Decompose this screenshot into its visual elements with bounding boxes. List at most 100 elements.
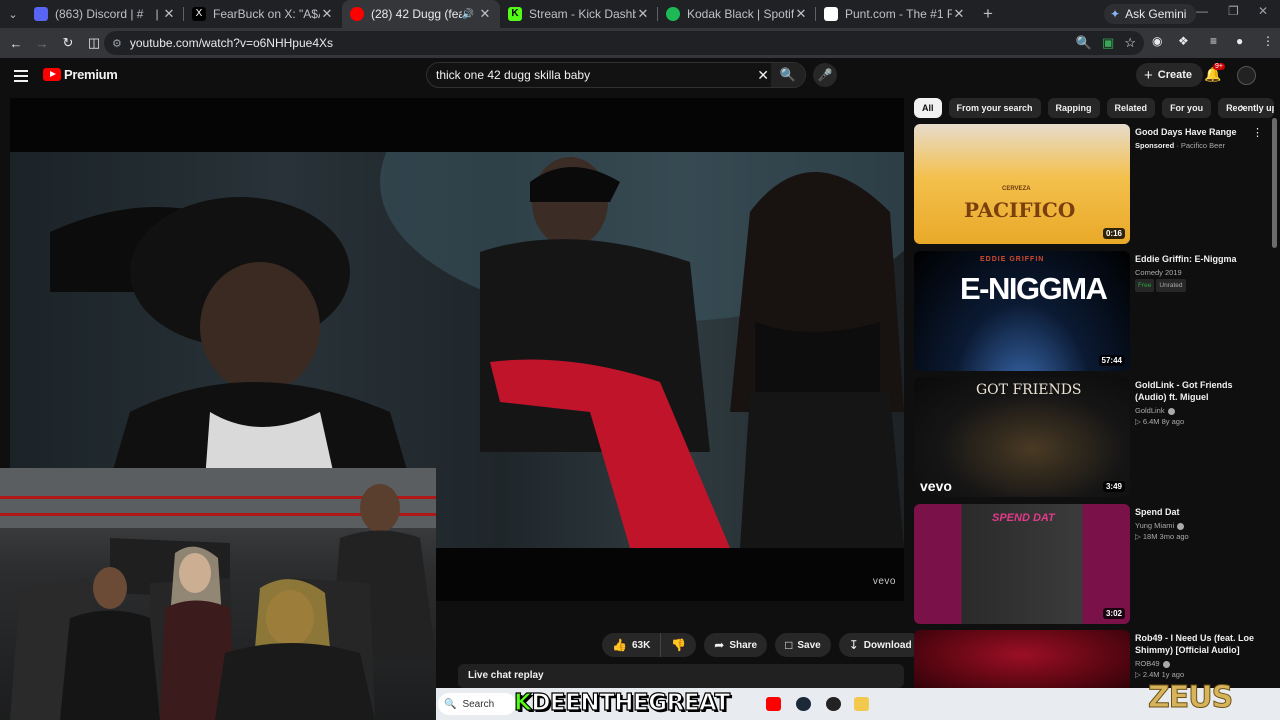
side-panel-icon[interactable]: ◫ xyxy=(82,35,106,51)
download-button[interactable]: ↧ Download xyxy=(838,633,922,657)
recommendation-item[interactable]: CERVEZA PACIFICO 0:16 Good Days Have Ran… xyxy=(914,124,1270,244)
tab-search-dropdown[interactable]: ⌄ xyxy=(0,0,26,28)
tab-punt[interactable]: Punt.com - The #1 Free to Play…✕ xyxy=(816,0,974,28)
create-button[interactable]: + Create xyxy=(1136,63,1204,87)
share-button[interactable]: ➦ Share xyxy=(704,633,768,657)
url-field[interactable]: ⚙ youtube.com/watch?v=o6NHHpue4Xs 🔍 ▣ ☆ xyxy=(104,31,1144,55)
video-title[interactable]: Rob49 - I Need Us (feat. Loe Shimmy) [Of… xyxy=(1135,632,1260,656)
youtube-taskbar-icon[interactable] xyxy=(766,697,781,711)
close-icon[interactable]: ✕ xyxy=(478,6,492,22)
video-thumbnail[interactable]: EDDIE GRIFFIN E-NIGGMA 57:44 xyxy=(914,251,1130,371)
back-icon[interactable]: ← xyxy=(4,36,28,51)
extensions-puzzle-icon[interactable]: ❖ xyxy=(1178,34,1189,48)
avatar[interactable] xyxy=(1237,66,1256,85)
save-button[interactable]: □ Save xyxy=(775,633,831,657)
video-tags: Free Unrated xyxy=(1135,279,1188,292)
youtube-page: Premium thick one 42 dugg skilla baby ✕ … xyxy=(0,58,1280,720)
punt-icon xyxy=(824,7,838,21)
video-thumbnail[interactable]: CERVEZA PACIFICO 0:16 xyxy=(914,124,1130,244)
close-icon[interactable]: ✕ xyxy=(636,6,650,22)
webcam-scene xyxy=(0,468,436,720)
chevron-right-icon[interactable]: › xyxy=(1240,100,1244,114)
like-button[interactable]: 👍 63K xyxy=(602,633,662,657)
close-icon[interactable]: ✕ xyxy=(320,6,334,22)
forward-icon[interactable]: → xyxy=(30,36,54,51)
reload-icon[interactable]: ↻ xyxy=(56,35,80,51)
video-thumbnail[interactable]: SPEND DAT 3:02 xyxy=(914,504,1130,624)
clear-search-icon[interactable]: ✕ xyxy=(757,67,769,84)
ask-gemini-button[interactable]: ✦ Ask Gemini xyxy=(1104,4,1197,24)
close-icon[interactable]: ✕ xyxy=(952,6,966,22)
obs-icon[interactable] xyxy=(826,697,841,711)
file-explorer-icon[interactable] xyxy=(854,697,869,711)
hamburger-menu-icon[interactable] xyxy=(14,67,28,85)
channel-name[interactable]: Yung Miami xyxy=(1135,520,1185,531)
maximize-button[interactable]: ❐ xyxy=(1228,4,1239,18)
close-icon[interactable]: ✕ xyxy=(794,6,808,22)
speaker-icon[interactable]: 🔊 xyxy=(462,9,474,20)
vevo-watermark: vevo xyxy=(872,576,896,587)
steam-icon[interactable] xyxy=(796,697,811,711)
recommendation-item[interactable]: SPEND DAT 3:02 Spend Dat Yung Miami ▷ 18… xyxy=(914,504,1270,624)
youtube-logo[interactable]: Premium xyxy=(43,67,118,82)
verified-icon xyxy=(1162,660,1170,668)
new-tab-button[interactable]: + xyxy=(974,4,1002,24)
chip-recently-uploaded[interactable]: Recently uplo xyxy=(1218,98,1275,118)
video-thumbnail[interactable] xyxy=(914,630,1130,692)
tab-spotify[interactable]: Kodak Black | Spotify ✕ xyxy=(658,0,816,28)
bookmark-star-icon[interactable]: ☆ xyxy=(1124,35,1136,51)
live-chat-replay[interactable]: Live chat replay xyxy=(458,664,904,688)
verified-icon xyxy=(1167,407,1175,415)
sponsored-meta: Sponsored · Pacifico Beer xyxy=(1135,141,1226,150)
recommendation-item[interactable]: GOT FRIENDS vevo 3:49 GoldLink - Got Fri… xyxy=(914,377,1270,497)
video-actions: 👍63K 👎 ➦Share □Save ↧Download ⋯ xyxy=(602,633,954,657)
media-controls-icon[interactable]: ≡ xyxy=(1210,34,1217,48)
video-title[interactable]: Spend Dat xyxy=(1135,506,1260,518)
search-input[interactable]: thick one 42 dugg skilla baby ✕ 🔍 xyxy=(426,62,806,88)
video-thumbnail[interactable]: GOT FRIENDS vevo 3:49 xyxy=(914,377,1130,497)
recommendation-item[interactable]: EDDIE GRIFFIN E-NIGGMA 57:44 Eddie Griff… xyxy=(914,251,1270,371)
tab-x[interactable]: XFearBuck on X: "A$AP Rocky g…✕ xyxy=(184,0,342,28)
close-window-button[interactable]: ✕ xyxy=(1258,4,1268,18)
more-options-icon[interactable]: ⋮ xyxy=(1252,126,1263,139)
close-icon[interactable]: ✕ xyxy=(162,6,176,22)
channel-name[interactable]: ROB49 xyxy=(1135,658,1170,669)
tab-discord[interactable]: (863) Discord | # | reaction…✕ xyxy=(26,0,184,28)
video-title[interactable]: Good Days Have Range xyxy=(1135,126,1260,138)
browser-menu-icon[interactable]: ⋮ xyxy=(1262,34,1274,48)
taskbar-search[interactable]: 🔍 Search xyxy=(438,693,516,715)
youtube-play-icon xyxy=(43,68,61,81)
video-meta: Comedy 2019 xyxy=(1135,268,1182,277)
youtube-icon xyxy=(350,7,364,21)
kick-icon: K xyxy=(508,7,522,21)
zoom-icon[interactable]: 🔍 xyxy=(1076,35,1092,51)
channel-name[interactable]: GoldLink xyxy=(1135,405,1175,416)
video-title[interactable]: GoldLink - Got Friends (Audio) ft. Migue… xyxy=(1135,379,1260,403)
notifications-button[interactable]: 🔔 9+ xyxy=(1204,63,1225,83)
thumbnail-title-text: SPEND DAT xyxy=(992,512,1055,524)
dislike-button[interactable]: 👎 xyxy=(661,638,696,652)
chip-related[interactable]: Related xyxy=(1106,98,1156,118)
video-title[interactable]: Eddie Griffin: E-Niggma xyxy=(1135,253,1260,265)
profile-icon[interactable]: ● xyxy=(1236,34,1243,48)
thumbnail-brand-text: PACIFICO xyxy=(964,198,1076,222)
spotify-icon xyxy=(666,7,680,21)
scrollbar[interactable] xyxy=(1272,118,1277,248)
chip-rapping[interactable]: Rapping xyxy=(1047,98,1100,118)
thumbnail-title-text: GOT FRIENDS xyxy=(976,382,1082,398)
minimize-button[interactable]: — xyxy=(1196,4,1208,18)
extension-icon[interactable]: ◉ xyxy=(1152,34,1162,48)
chip-all[interactable]: All xyxy=(914,98,942,118)
zeus-watermark: ZEUS xyxy=(1147,680,1233,716)
filter-chips: All From your search Rapping Related For… xyxy=(914,98,1275,118)
duration-badge: 0:16 xyxy=(1102,228,1125,239)
chip-from-search[interactable]: From your search xyxy=(948,98,1041,118)
voice-search-button[interactable]: 🎤 xyxy=(813,63,837,87)
chip-for-you[interactable]: For you xyxy=(1162,98,1212,118)
tab-youtube[interactable]: (28) 42 Dugg (feat. Skilla Ba…🔊✕ xyxy=(342,0,500,28)
cast-icon[interactable]: ▣ xyxy=(1102,35,1114,51)
thumbnail-brand-sub: CERVEZA xyxy=(1002,186,1031,192)
site-info-icon[interactable]: ⚙ xyxy=(112,37,122,50)
search-button[interactable]: 🔍 xyxy=(771,63,805,87)
tab-kick[interactable]: KStream - Kick Dashboard✕ xyxy=(500,0,658,28)
